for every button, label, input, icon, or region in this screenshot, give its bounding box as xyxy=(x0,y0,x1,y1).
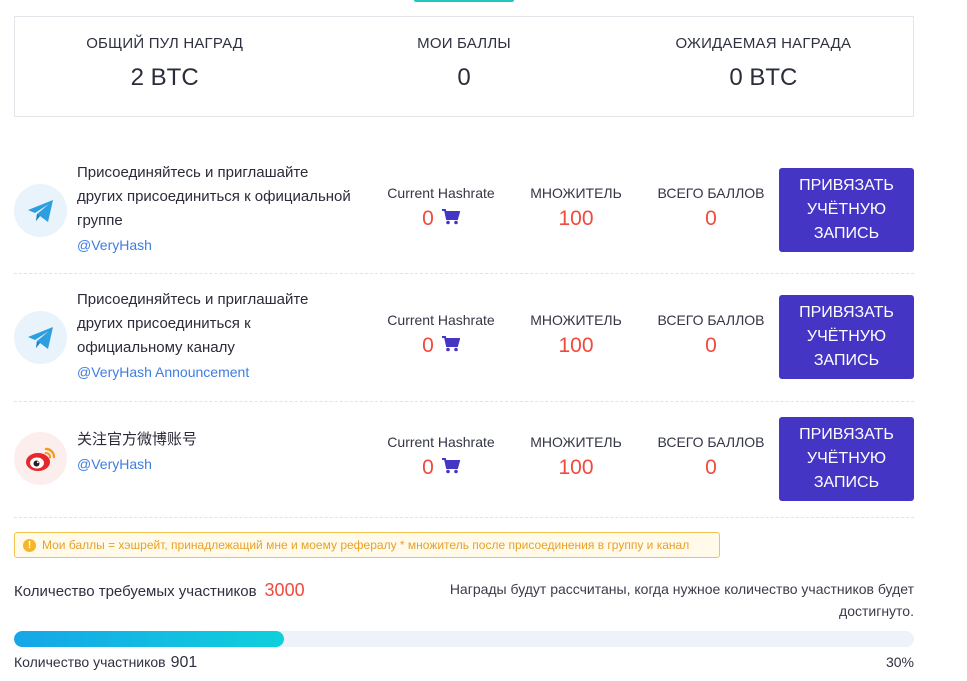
task-row-telegram-group: Присоединяйтесь и приглашайте других при… xyxy=(14,147,914,274)
bind-account-button[interactable]: ПРИВЯЗАТЬ УЧЁТНУЮ ЗАПИСЬ xyxy=(779,168,914,252)
cart-icon[interactable] xyxy=(441,456,461,480)
bind-account-button[interactable]: ПРИВЯЗАТЬ УЧЁТНУЮ ЗАПИСЬ xyxy=(779,295,914,379)
required-participants-label: Количество требуемых участников xyxy=(14,583,257,600)
participants-label: Количество участников xyxy=(14,654,166,670)
stat-label: МОИ БАЛЛЫ xyxy=(417,35,511,52)
participants-progress-bar xyxy=(14,631,914,647)
stat-expected-reward: ОЖИДАЕМАЯ НАГРАДА 0 BTC xyxy=(614,17,913,116)
top-accent-bar xyxy=(414,0,514,2)
total-points-label: ВСЕГО БАЛЛОВ xyxy=(657,312,765,328)
stats-panel: ОБЩИЙ ПУЛ НАГРАД 2 BTC МОИ БАЛЛЫ 0 ОЖИДА… xyxy=(14,16,914,117)
stat-my-points: МОИ БАЛЛЫ 0 xyxy=(314,17,613,116)
multiplier-value: 100 xyxy=(558,207,594,230)
hashrate-label: Current Hashrate xyxy=(387,434,495,450)
task-title: Присоединяйтесь и приглашайте других при… xyxy=(77,164,351,229)
task-handle-link[interactable]: @VeryHash Announcement xyxy=(77,360,357,384)
multiplier-label: МНОЖИТЕЛЬ xyxy=(530,312,622,328)
task-title: Присоединяйтесь и приглашайте других при… xyxy=(77,291,309,356)
task-row-telegram-channel: Присоединяйтесь и приглашайте других при… xyxy=(14,274,914,402)
bind-account-button[interactable]: ПРИВЯЗАТЬ УЧЁТНУЮ ЗАПИСЬ xyxy=(779,417,914,501)
multiplier-value: 100 xyxy=(558,456,594,479)
required-participants: Количество требуемых участников 3000 xyxy=(14,580,305,601)
hashrate-value-wrap: 0 xyxy=(381,456,501,480)
stat-value: 2 BTC xyxy=(130,64,199,91)
cart-icon[interactable] xyxy=(441,334,461,358)
multiplier-column: МНОЖИТЕЛЬ 100 xyxy=(526,434,626,480)
progress-fill xyxy=(14,631,284,647)
hashrate-value: 0 xyxy=(422,334,434,357)
reward-calculation-note: Награды будут рассчитаны, когда нужное к… xyxy=(449,581,914,619)
task-handle-link[interactable]: @VeryHash xyxy=(77,452,357,476)
task-row-weibo: 关注官方微博账号 @VeryHash Current Hashrate 0 МН… xyxy=(14,402,914,518)
task-description: Присоединяйтесь и приглашайте других при… xyxy=(77,161,357,257)
hashrate-value-wrap: 0 xyxy=(381,207,501,231)
stat-label: ОБЩИЙ ПУЛ НАГРАД xyxy=(86,35,244,52)
required-participants-value: 3000 xyxy=(264,580,305,600)
participants-count: Количество участников 901 xyxy=(14,654,197,672)
multiplier-value: 100 xyxy=(558,334,594,357)
task-title: 关注官方微博账号 xyxy=(77,431,198,448)
total-points-label: ВСЕГО БАЛЛОВ xyxy=(657,434,765,450)
task-list: Присоединяйтесь и приглашайте других при… xyxy=(14,147,914,518)
task-description: Присоединяйтесь и приглашайте других при… xyxy=(77,288,357,384)
task-handle-link[interactable]: @VeryHash xyxy=(77,233,357,257)
telegram-icon xyxy=(14,311,67,364)
hashrate-label: Current Hashrate xyxy=(387,185,495,201)
hashrate-column: Current Hashrate 0 xyxy=(381,312,501,358)
hashrate-column: Current Hashrate 0 xyxy=(381,434,501,480)
hashrate-column: Current Hashrate 0 xyxy=(381,185,501,231)
total-points-value: 0 xyxy=(705,207,717,230)
stat-total-pool: ОБЩИЙ ПУЛ НАГРАД 2 BTC xyxy=(15,17,314,116)
stat-value: 0 xyxy=(457,64,471,91)
multiplier-column: МНОЖИТЕЛЬ 100 xyxy=(526,185,626,231)
stat-value: 0 BTC xyxy=(729,64,798,91)
total-points-label: ВСЕГО БАЛЛОВ xyxy=(657,185,765,201)
multiplier-label: МНОЖИТЕЛЬ xyxy=(530,185,622,201)
hashrate-value: 0 xyxy=(422,456,434,479)
task-description: 关注官方微博账号 @VeryHash xyxy=(77,428,357,476)
info-icon: ! xyxy=(23,538,36,552)
multiplier-column: МНОЖИТЕЛЬ 100 xyxy=(526,312,626,358)
participants-value: 901 xyxy=(170,654,198,671)
hashrate-value: 0 xyxy=(422,207,434,230)
cart-icon[interactable] xyxy=(441,207,461,231)
formula-note: ! Мои баллы = хэшрейт, принадлежащий мне… xyxy=(14,532,720,558)
hashrate-value-wrap: 0 xyxy=(381,334,501,358)
total-points-column: ВСЕГО БАЛЛОВ 0 xyxy=(655,434,767,480)
stat-label: ОЖИДАЕМАЯ НАГРАДА xyxy=(675,35,852,52)
total-points-column: ВСЕГО БАЛЛОВ 0 xyxy=(655,312,767,358)
formula-note-text: Мои баллы = хэшрейт, принадлежащий мне и… xyxy=(42,538,690,552)
weibo-icon xyxy=(14,432,67,485)
hashrate-label: Current Hashrate xyxy=(387,312,495,328)
telegram-icon xyxy=(14,184,67,237)
progress-percent: 30% xyxy=(885,654,914,670)
total-points-value: 0 xyxy=(705,456,717,479)
total-points-column: ВСЕГО БАЛЛОВ 0 xyxy=(655,185,767,231)
total-points-value: 0 xyxy=(705,334,717,357)
multiplier-label: МНОЖИТЕЛЬ xyxy=(530,434,622,450)
